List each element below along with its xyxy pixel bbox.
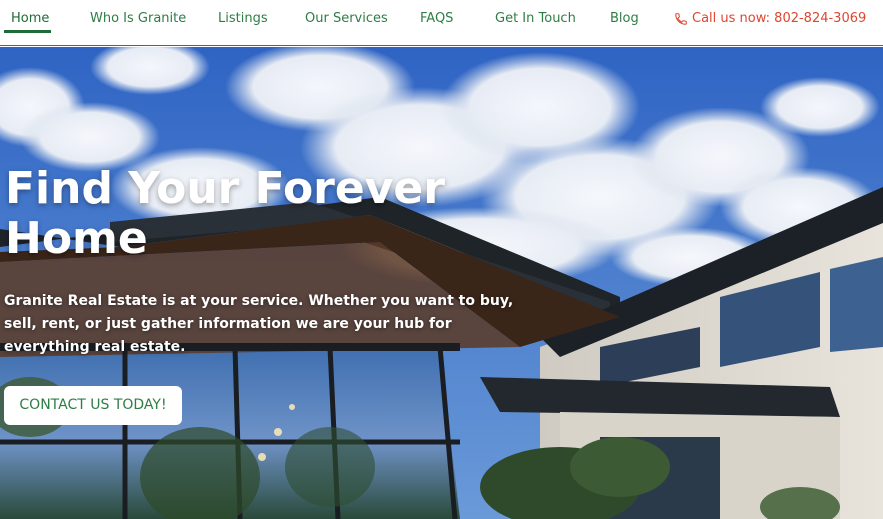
top-navigation: Home Who Is Granite Listings Our Service… bbox=[0, 0, 883, 46]
nav-listings[interactable]: Listings bbox=[218, 0, 268, 38]
nav-who-is-granite[interactable]: Who Is Granite bbox=[90, 0, 186, 38]
nav-faqs[interactable]: FAQS bbox=[420, 0, 453, 38]
nav-blog[interactable]: Blog bbox=[610, 0, 639, 38]
hero-subtitle: Granite Real Estate is at your service. … bbox=[4, 293, 514, 355]
hero-section: Find Your Forever Home Granite Real Esta… bbox=[0, 47, 883, 519]
contact-us-button[interactable]: CONTACT US TODAY! bbox=[4, 386, 182, 425]
hero-title: Find Your Forever Home bbox=[5, 163, 445, 264]
call-label: Call us now: 802-824-3069 bbox=[692, 11, 867, 26]
hero-background-image bbox=[0, 47, 883, 519]
nav-our-services[interactable]: Our Services bbox=[305, 0, 388, 38]
active-indicator bbox=[4, 30, 51, 33]
phone-icon bbox=[675, 13, 687, 25]
nav-get-in-touch[interactable]: Get In Touch bbox=[495, 0, 576, 38]
